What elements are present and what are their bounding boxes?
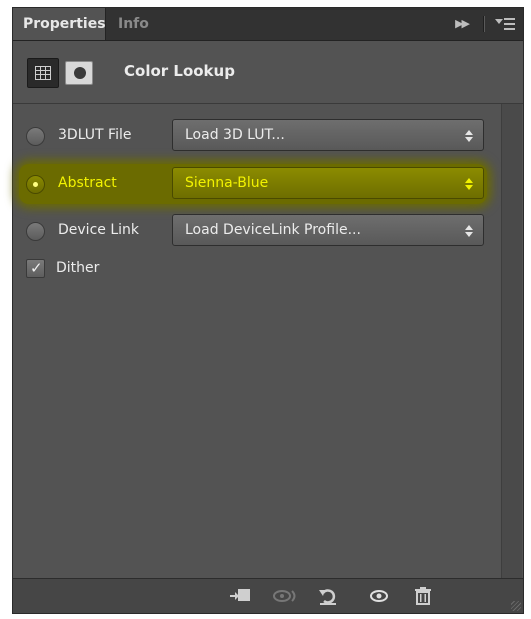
select-value: Load DeviceLink Profile... [185, 222, 361, 238]
select-value: Sienna-Blue [185, 175, 269, 191]
grid-glyph [35, 66, 51, 80]
mask-dot [74, 67, 86, 79]
trash-icon[interactable] [411, 586, 435, 606]
grid-adjustment-icon[interactable] [27, 58, 59, 88]
collapse-panel-icon[interactable]: ▶▶ [455, 8, 470, 40]
dropdown-arrows-icon [465, 225, 473, 237]
label-3dlut-file: 3DLUT File [58, 127, 132, 143]
panel-tab-bar: Properties Info ▶▶ [13, 8, 523, 41]
tab-properties[interactable]: Properties [13, 8, 106, 40]
clip-to-layer-icon[interactable] [228, 586, 252, 606]
radio-abstract[interactable] [26, 175, 45, 194]
view-previous-state-icon[interactable] [271, 586, 296, 606]
dropdown-arrows-icon [465, 178, 473, 190]
row-abstract: Abstract Sienna-Blue [13, 164, 498, 204]
tab-bar-divider [483, 16, 485, 32]
tab-info[interactable]: Info [108, 8, 159, 40]
menu-arrow-icon [495, 19, 503, 24]
select-3dlut-file[interactable]: Load 3D LUT... [172, 119, 484, 151]
layer-mask-icon[interactable] [65, 61, 93, 85]
bottom-toolbar [13, 578, 523, 613]
scrollbar[interactable] [501, 104, 522, 579]
dither-checkbox[interactable]: ✓ [26, 259, 45, 278]
adjustment-title: Color Lookup [124, 62, 235, 80]
label-abstract: Abstract [58, 175, 117, 191]
row-3dlut-file: 3DLUT File Load 3D LUT... [13, 119, 498, 153]
radio-device-link[interactable] [26, 222, 45, 241]
menu-line [504, 18, 515, 20]
menu-line [504, 28, 515, 30]
check-icon: ✓ [30, 259, 43, 277]
menu-line [504, 23, 515, 25]
reset-icon[interactable] [316, 586, 340, 606]
dither-label: Dither [56, 260, 100, 276]
adjustment-header: Color Lookup [13, 41, 523, 104]
select-value: Load 3D LUT... [185, 127, 285, 143]
resize-grip-icon[interactable] [511, 601, 521, 611]
label-device-link: Device Link [58, 222, 139, 238]
row-device-link: Device Link Load DeviceLink Profile... [13, 214, 498, 248]
dropdown-arrows-icon [465, 130, 473, 142]
radio-3dlut-file[interactable] [26, 127, 45, 146]
select-abstract[interactable]: Sienna-Blue [172, 167, 484, 199]
panel-menu-icon[interactable] [495, 18, 515, 30]
properties-panel: Properties Info ▶▶ Color Lookup 3DLUT Fi… [12, 7, 524, 614]
select-device-link[interactable]: Load DeviceLink Profile... [172, 214, 484, 246]
eye-icon[interactable] [367, 586, 391, 606]
